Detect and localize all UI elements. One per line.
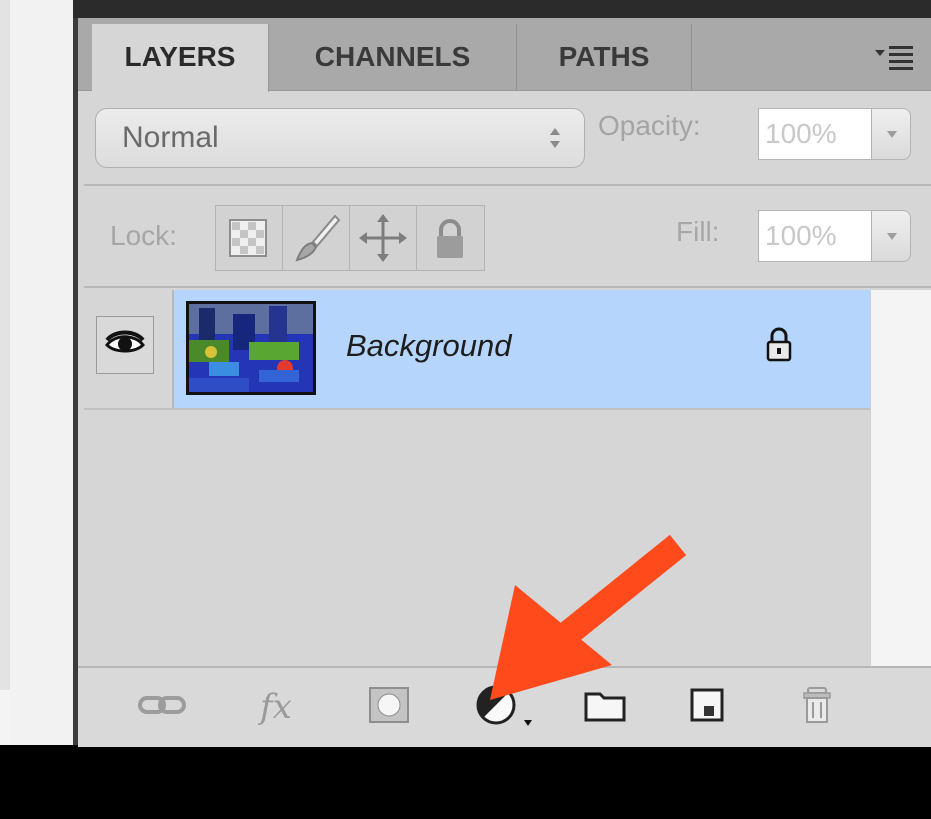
lock-buttons (215, 205, 485, 271)
add-mask-icon (369, 687, 409, 723)
left-edge-background (0, 0, 10, 745)
layer-selected-area[interactable]: Background (174, 290, 870, 408)
lock-all-button[interactable] (417, 206, 483, 270)
lock-label: Lock: (110, 220, 177, 251)
new-group-button[interactable] (580, 682, 632, 728)
layers-panel: LAYERS CHANNELS PATHS Normal Opacity: 10… (78, 18, 931, 747)
fill-label: Fill: (676, 216, 720, 247)
svg-text:fx: fx (257, 687, 292, 727)
link-layers-button[interactable] (136, 682, 188, 728)
padlock-icon (437, 219, 463, 258)
move-arrows-icon (359, 214, 407, 262)
new-fill-adjustment-layer-icon (476, 685, 532, 726)
tab-paths[interactable]: PATHS (517, 24, 692, 90)
new-fill-adjustment-layer-button[interactable] (474, 682, 540, 728)
opacity-field[interactable]: 100% (758, 108, 872, 160)
layer-row[interactable]: Background (84, 290, 870, 410)
divider (84, 286, 931, 288)
panel-menu-button[interactable] (871, 28, 931, 84)
blend-mode-value: Normal (122, 121, 219, 154)
lock-position-button[interactable] (350, 206, 417, 270)
visibility-toggle[interactable] (96, 316, 154, 374)
divider (84, 184, 931, 186)
delete-layer-button[interactable] (794, 682, 846, 728)
tab-channels[interactable]: CHANNELS (269, 24, 517, 90)
blend-mode-select[interactable]: Normal (95, 108, 585, 168)
folder-icon (584, 692, 626, 722)
link-layers-icon (138, 696, 186, 714)
layer-thumbnail (186, 301, 316, 395)
layers-scroll-area[interactable] (870, 290, 931, 666)
layer-name: Background (346, 328, 512, 363)
panel-top-border (73, 0, 931, 18)
checkerboard-icon (229, 219, 267, 257)
select-stepper-icon (550, 128, 560, 148)
panel-tab-bar: LAYERS CHANNELS PATHS (78, 18, 931, 92)
left-edge-background-lower (0, 690, 10, 745)
add-layer-style-icon: fx (257, 687, 292, 727)
new-layer-icon (690, 688, 724, 722)
lock-image-pixels-button[interactable] (283, 206, 350, 270)
lock-icon (766, 327, 792, 362)
fill-dropdown-button[interactable] (871, 210, 911, 262)
add-mask-button[interactable] (364, 682, 416, 728)
add-layer-style-button[interactable]: fx (256, 682, 308, 728)
trash-icon (803, 687, 831, 723)
visibility-cell (84, 290, 174, 408)
new-layer-button[interactable] (682, 682, 734, 728)
fill-field[interactable]: 100% (758, 210, 872, 262)
lock-transparent-pixels-button[interactable] (216, 206, 283, 270)
layer-thumbnail-image (189, 304, 313, 392)
layers-bottom-toolbar: fx (78, 666, 931, 747)
brush-icon (295, 214, 341, 262)
fill-value: 100% (765, 220, 837, 251)
opacity-label: Opacity: (598, 110, 701, 141)
opacity-dropdown-button[interactable] (871, 108, 911, 160)
panel-menu-icon (875, 46, 913, 70)
opacity-value: 100% (765, 118, 837, 149)
layers-list: Background (84, 290, 870, 666)
eye-icon (105, 330, 145, 353)
tab-layers[interactable]: LAYERS (92, 24, 269, 92)
